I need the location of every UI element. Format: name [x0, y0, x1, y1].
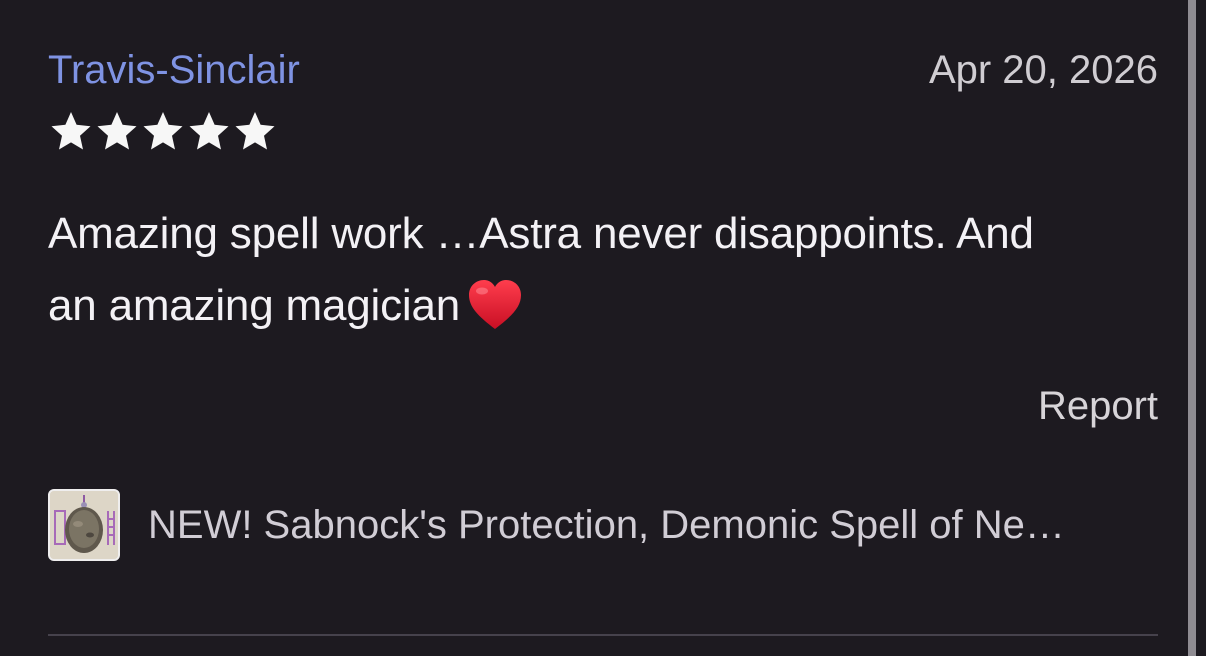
review-card: Travis-Sinclair Apr 20, 2026 Amazing spe… [48, 0, 1158, 656]
product-link[interactable]: NEW! Sabnock's Protection, Demonic Spell… [48, 488, 1158, 562]
review-page: Travis-Sinclair Apr 20, 2026 Amazing spe… [0, 0, 1206, 656]
review-date: Apr 20, 2026 [928, 48, 1158, 92]
scrollbar[interactable] [1188, 0, 1196, 656]
product-title[interactable]: NEW! Sabnock's Protection, Demonic Spell… [148, 503, 1065, 547]
report-button[interactable]: Report [1038, 384, 1158, 428]
star-rating [49, 111, 277, 153]
divider [48, 634, 1158, 636]
review-text: Amazing spell work …Astra never disappoi… [48, 209, 1034, 330]
review-author-link[interactable]: Travis-Sinclair [48, 48, 300, 92]
star-icon [235, 112, 275, 150]
review-body: Amazing spell work …Astra never disappoi… [48, 198, 1158, 342]
star-icon [97, 112, 137, 150]
product-thumbnail[interactable] [48, 489, 120, 561]
heart-icon [469, 280, 521, 329]
star-icon [51, 112, 91, 150]
product-thumbnail-image [50, 491, 118, 559]
star-icon [143, 112, 183, 150]
star-icon [189, 112, 229, 150]
